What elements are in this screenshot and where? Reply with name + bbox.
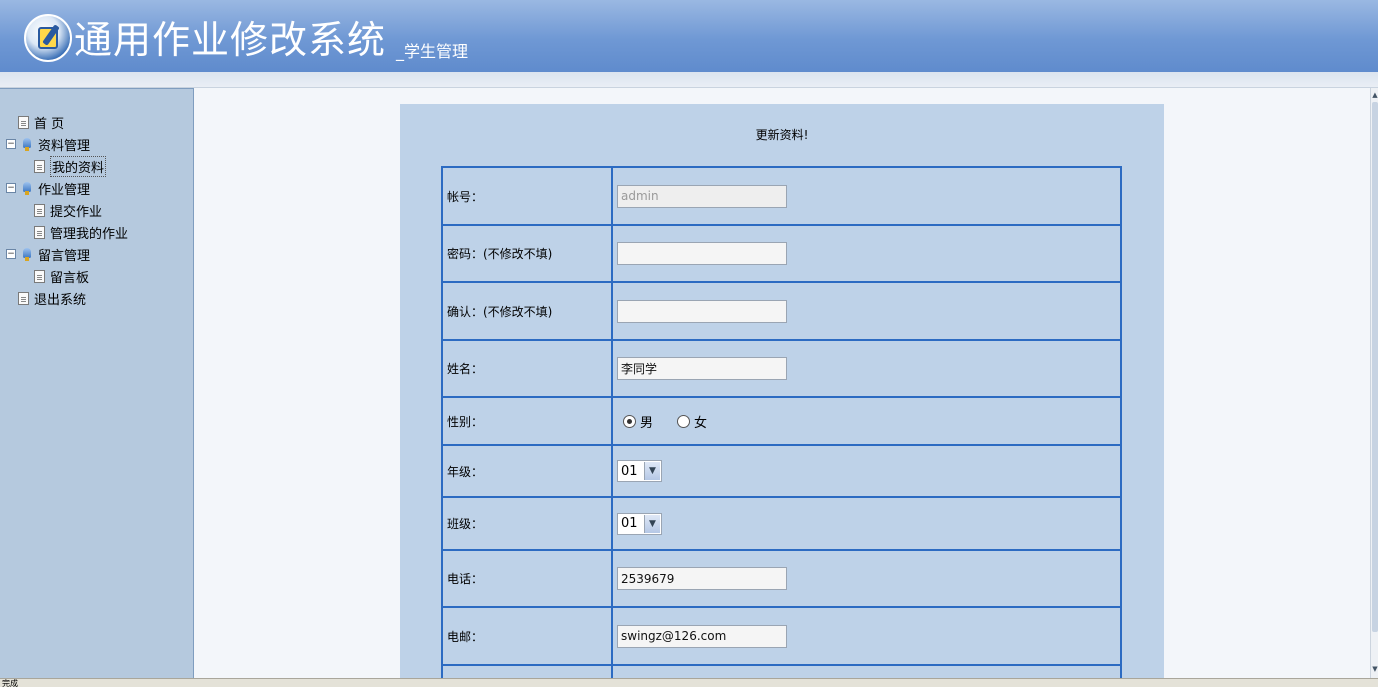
sidebar-item-submit-homework[interactable]: 提交作业 (6, 199, 128, 221)
sidebar-item-label: 资料管理 (38, 138, 91, 154)
app-title: 通用作业修改系统 (74, 18, 387, 62)
gender-male-radio[interactable] (623, 414, 636, 428)
name-label: 姓名： (441, 339, 613, 398)
sidebar-group-messages[interactable]: − 留言管理 (6, 243, 128, 265)
phone-cell: 2539679 (611, 549, 1122, 608)
sidebar-group-profile[interactable]: − 资料管理 (6, 133, 128, 155)
sidebar: 首 页 − 资料管理 我的资料 − 作业管理 提交作业 管理我的作业 − 留言管… (0, 88, 194, 678)
grade-select[interactable]: 01 ▼ (617, 460, 662, 482)
grade-label: 年级： (441, 444, 613, 498)
app-logo-icon (24, 14, 72, 62)
folder-icon (21, 181, 33, 195)
password-cell (611, 224, 1122, 283)
form-row-class: 班级： 01 ▼ (441, 496, 1122, 551)
profile-form-table: 帐号： admin 密码：(不修改不填) 确认：(不修改不填) 姓名： 李同学 … (441, 166, 1122, 686)
sidebar-item-message-board[interactable]: 留言板 (6, 265, 128, 287)
form-row-gender: 性别： 男 女 (441, 396, 1122, 446)
folder-icon (21, 247, 33, 261)
scrollbar-thumb[interactable] (1372, 102, 1378, 632)
status-text: 完成 (2, 679, 18, 687)
sidebar-group-homework[interactable]: − 作业管理 (6, 177, 128, 199)
gender-female-label[interactable]: 女 (694, 412, 707, 431)
scroll-up-icon[interactable]: ▲ (1371, 90, 1378, 100)
form-row-account: 帐号： admin (441, 166, 1122, 226)
page-icon (34, 203, 45, 217)
chevron-down-icon[interactable]: ▼ (644, 514, 660, 533)
gender-male-label[interactable]: 男 (640, 412, 653, 431)
class-select-value: 01 (621, 516, 638, 531)
name-field[interactable]: 李同学 (617, 357, 787, 380)
update-profile-panel: 更新资料! 帐号： admin 密码：(不修改不填) 确认：(不修改不填) 姓名… (400, 104, 1164, 686)
folder-icon (21, 137, 33, 151)
form-row-confirm: 确认：(不修改不填) (441, 281, 1122, 341)
sidebar-item-label: 留言板 (50, 270, 90, 286)
password-label: 密码：(不修改不填) (441, 224, 613, 283)
app-subtitle: _学生管理 (396, 42, 469, 61)
collapse-toggle-icon[interactable]: − (6, 183, 16, 193)
page-icon (34, 225, 45, 239)
form-row-email: 电邮： swingz@126.com (441, 606, 1122, 666)
account-cell: admin (611, 166, 1122, 226)
grade-select-value: 01 (621, 463, 638, 479)
header-strip (0, 72, 1378, 88)
vertical-scrollbar[interactable]: ▲ ▼ (1370, 88, 1378, 678)
page-icon (18, 291, 29, 305)
page-icon (34, 269, 45, 283)
account-label: 帐号： (441, 166, 613, 226)
gender-cell: 男 女 (611, 396, 1122, 446)
page-icon (18, 115, 29, 129)
scroll-down-icon[interactable]: ▼ (1371, 664, 1378, 674)
main-content: 更新资料! 帐号： admin 密码：(不修改不填) 确认：(不修改不填) 姓名… (195, 88, 1370, 686)
class-select[interactable]: 01 ▼ (617, 512, 662, 535)
sidebar-item-label: 提交作业 (50, 204, 103, 220)
header-banner: 通用作业修改系统 _学生管理 (0, 0, 1378, 72)
class-cell: 01 ▼ (611, 496, 1122, 551)
gender-female-radio[interactable] (677, 414, 691, 428)
phone-label: 电话： (441, 549, 613, 608)
form-row-phone: 电话： 2539679 (441, 549, 1122, 608)
form-row-password: 密码：(不修改不填) (441, 224, 1122, 283)
email-field[interactable]: swingz@126.com (617, 624, 787, 648)
status-bar: 完成 (0, 678, 1378, 687)
chevron-down-icon[interactable]: ▼ (644, 462, 660, 480)
sidebar-item-label: 退出系统 (34, 292, 87, 308)
password-field[interactable] (617, 242, 787, 265)
email-cell: swingz@126.com (611, 606, 1122, 666)
sidebar-item-logout[interactable]: 退出系统 (6, 287, 128, 309)
phone-field[interactable]: 2539679 (617, 567, 787, 590)
collapse-toggle-icon[interactable]: − (6, 249, 16, 259)
sidebar-item-manage-homework[interactable]: 管理我的作业 (6, 221, 128, 243)
confirm-label: 确认：(不修改不填) (441, 281, 613, 341)
name-cell: 李同学 (611, 339, 1122, 398)
confirm-password-field[interactable] (617, 299, 787, 323)
nav-tree: 首 页 − 资料管理 我的资料 − 作业管理 提交作业 管理我的作业 − 留言管… (6, 111, 128, 309)
page-icon (34, 159, 45, 173)
sidebar-item-label: 作业管理 (38, 182, 91, 198)
form-title: 更新资料! (755, 128, 809, 142)
sidebar-item-my-profile[interactable]: 我的资料 (6, 155, 128, 177)
grade-cell: 01 ▼ (611, 444, 1122, 498)
sidebar-item-label: 留言管理 (38, 248, 91, 264)
form-row-grade: 年级： 01 ▼ (441, 444, 1122, 498)
sidebar-item-label: 管理我的作业 (50, 226, 129, 242)
collapse-toggle-icon[interactable]: − (6, 139, 16, 149)
confirm-cell (611, 281, 1122, 341)
account-field: admin (617, 184, 787, 208)
form-row-name: 姓名： 李同学 (441, 339, 1122, 398)
gender-radio-group: 男 女 (617, 412, 1120, 431)
sidebar-item-home[interactable]: 首 页 (6, 111, 128, 133)
sidebar-item-label: 首 页 (34, 116, 65, 132)
sidebar-item-label: 我的资料 (50, 155, 107, 177)
gender-label: 性别： (441, 396, 613, 446)
email-label: 电邮： (441, 606, 613, 666)
class-label: 班级： (441, 496, 613, 551)
